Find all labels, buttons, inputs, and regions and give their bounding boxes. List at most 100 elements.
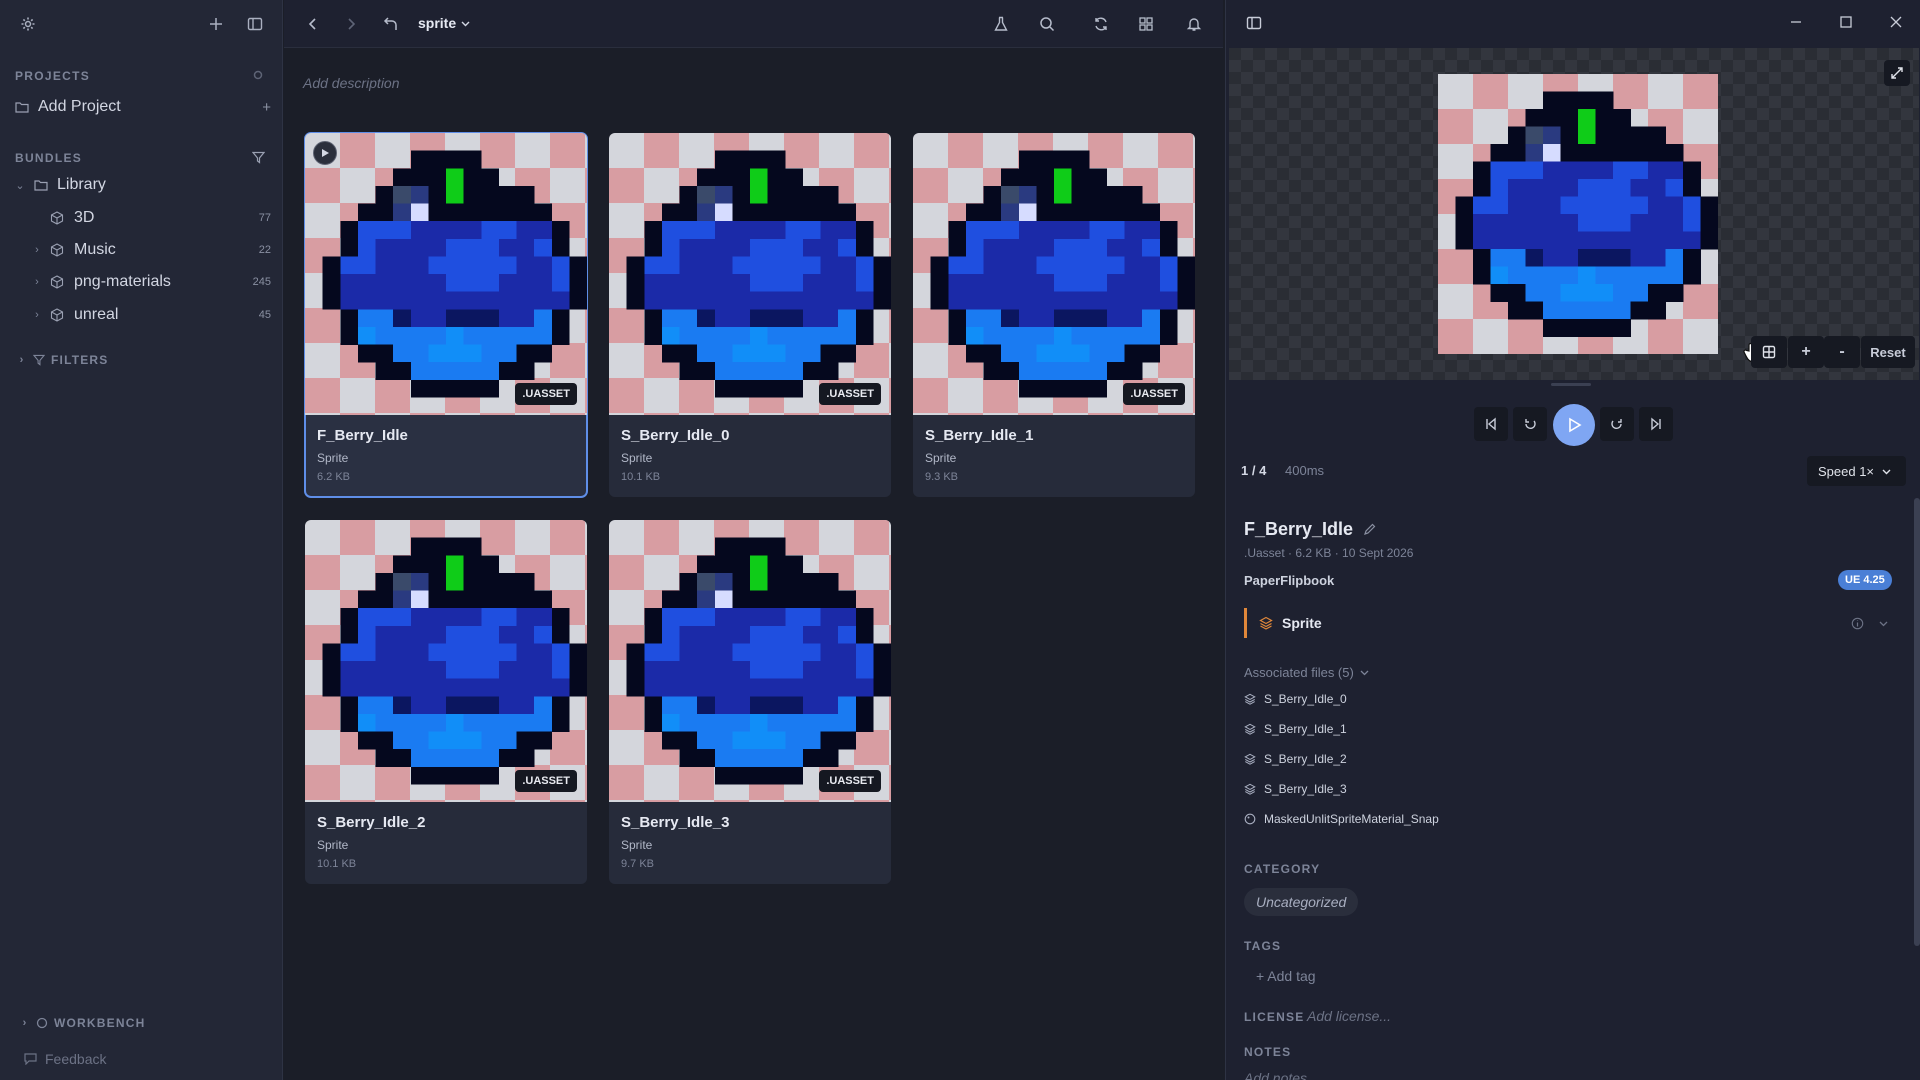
asset-type-label: Sprite [1282,615,1322,631]
parent-folder-icon[interactable] [379,12,403,36]
asset-size: 10.1 KB [621,471,661,483]
speed-select[interactable]: Speed 1× [1807,456,1906,486]
asset-thumbnail [305,133,587,415]
filters-toggle[interactable]: › FILTERS [0,345,283,375]
bundle-item-3d[interactable]: 3D 77 [0,203,283,233]
sprite-preview-image [1438,74,1718,354]
cube-icon [50,308,64,322]
asset-thumbnail [609,133,891,415]
asset-card[interactable]: .UASSET S_Berry_Idle_0 Sprite 10.1 KB [609,133,891,497]
top-toolbar: sprite [284,0,1223,48]
close-icon[interactable] [1889,15,1903,29]
associated-file-item[interactable]: S_Berry_Idle_1 [1244,718,1347,740]
asset-name: S_Berry_Idle_2 [317,814,426,831]
zoom-out-button[interactable]: - [1824,336,1860,368]
search-icon[interactable] [1035,12,1059,36]
notifications-bell-icon[interactable] [1182,12,1206,36]
maximize-icon[interactable] [1839,15,1853,29]
filter-icon[interactable] [252,151,265,164]
asset-card[interactable]: .UASSET S_Berry_Idle_2 Sprite 10.1 KB [305,520,587,884]
associated-file-name: S_Berry_Idle_3 [1264,782,1347,796]
grid-view-icon[interactable] [1134,12,1158,36]
minimize-icon[interactable] [1789,15,1803,29]
asset-type: Sprite [621,838,653,852]
lab-flask-icon[interactable] [989,12,1013,36]
frame-counter: 1 / 4 [1241,463,1267,478]
projects-section-title: PROJECTS [15,69,91,83]
asset-type-row[interactable]: Sprite [1244,608,1904,638]
zoom-in-button[interactable]: + [1788,336,1824,368]
add-project-item[interactable]: Add Project + [0,92,283,122]
chevron-right-icon[interactable]: › [30,309,44,321]
category-title: CATEGORY [1244,862,1321,876]
bundle-label: 3D [74,209,95,226]
folder-icon [34,180,48,191]
settings-gear-icon[interactable] [17,13,39,35]
bundle-item-unreal[interactable]: › unreal 45 [0,300,283,330]
workbench-toggle[interactable]: › WORKBENCH [0,1008,283,1038]
asset-type: Sprite [621,451,653,465]
asset-card[interactable]: .UASSET S_Berry_Idle_1 Sprite 9.3 KB [913,133,1195,497]
edit-pencil-icon[interactable] [1363,523,1376,536]
license-field[interactable]: Add license... [1307,1008,1391,1024]
license-title: LICENSE [1244,1010,1305,1024]
fullscreen-icon[interactable] [1884,60,1910,86]
chevron-down-icon[interactable]: ⌄ [13,179,27,192]
details-panel: + - Reset 1 / 4 400ms Speed 1× F_Berry_I… [1225,0,1920,1080]
associated-file-item[interactable]: S_Berry_Idle_3 [1244,778,1347,800]
file-type-badge: .UASSET [819,770,881,792]
bundle-count: 245 [252,276,271,288]
forward-arrow-icon[interactable] [339,12,363,36]
toggle-sidebar-icon[interactable] [244,13,266,35]
cube-icon [50,211,64,225]
new-plus-icon[interactable] [205,13,227,35]
chevron-right-icon[interactable]: › [30,244,44,256]
asset-type: Sprite [317,838,349,852]
step-forward-button[interactable] [1600,407,1634,441]
resize-handle[interactable] [1551,383,1591,386]
feedback-link[interactable]: Feedback [0,1044,283,1074]
animated-play-icon[interactable] [313,141,337,165]
chevron-down-icon[interactable] [1879,619,1888,628]
asset-card[interactable]: .UASSET F_Berry_Idle Sprite 6.2 KB [304,132,588,498]
back-arrow-icon[interactable] [301,12,325,36]
first-frame-button[interactable] [1474,407,1508,441]
add-project-plus-icon[interactable]: + [262,99,271,116]
filters-label: FILTERS [51,353,109,367]
bundle-item-music[interactable]: › Music 22 [0,235,283,265]
associated-file-item[interactable]: MaskedUnlitSpriteMaterial_Snap [1244,808,1439,830]
asset-name: S_Berry_Idle_0 [621,427,730,444]
refresh-icon[interactable] [1089,12,1113,36]
description-field[interactable]: Add description [303,75,400,91]
grid-toggle-button[interactable] [1751,336,1787,368]
library-item[interactable]: ⌄ Library [0,170,283,200]
sprite-preview-canvas[interactable]: + - Reset [1229,48,1919,380]
bundle-label: png-materials [74,273,171,290]
asset-thumbnail [913,133,1195,415]
associated-file-item[interactable]: S_Berry_Idle_2 [1244,748,1347,770]
play-button[interactable] [1553,404,1595,446]
info-icon[interactable] [1851,617,1864,630]
associated-file-item[interactable]: S_Berry_Idle_0 [1244,688,1347,710]
details-scrollbar[interactable] [1914,498,1920,946]
asset-card[interactable]: .UASSET S_Berry_Idle_3 Sprite 9.7 KB [609,520,891,884]
notes-field[interactable]: Add notes... [1244,1070,1319,1080]
step-back-button[interactable] [1513,407,1547,441]
associated-files-toggle[interactable]: Associated files (5) [1244,665,1369,680]
add-project-label: Add Project [38,98,121,115]
chevron-down-icon [461,21,470,26]
layers-icon [1244,693,1256,705]
toggle-panel-icon[interactable] [1246,15,1262,31]
last-frame-button[interactable] [1639,407,1673,441]
add-tag-button[interactable]: + Add tag [1256,968,1316,984]
chevron-right-icon[interactable]: › [30,276,44,288]
category-chip[interactable]: Uncategorized [1244,888,1359,916]
bundle-item-png-materials[interactable]: › png-materials 245 [0,267,283,297]
reset-zoom-button[interactable]: Reset [1861,336,1915,368]
projects-settings-icon[interactable] [252,69,264,81]
folder-dropdown[interactable]: sprite [418,15,470,31]
frame-duration: 400ms [1285,463,1325,478]
cube-icon [50,275,64,289]
filter-icon [33,354,45,366]
speed-value: Speed 1× [1818,463,1875,479]
